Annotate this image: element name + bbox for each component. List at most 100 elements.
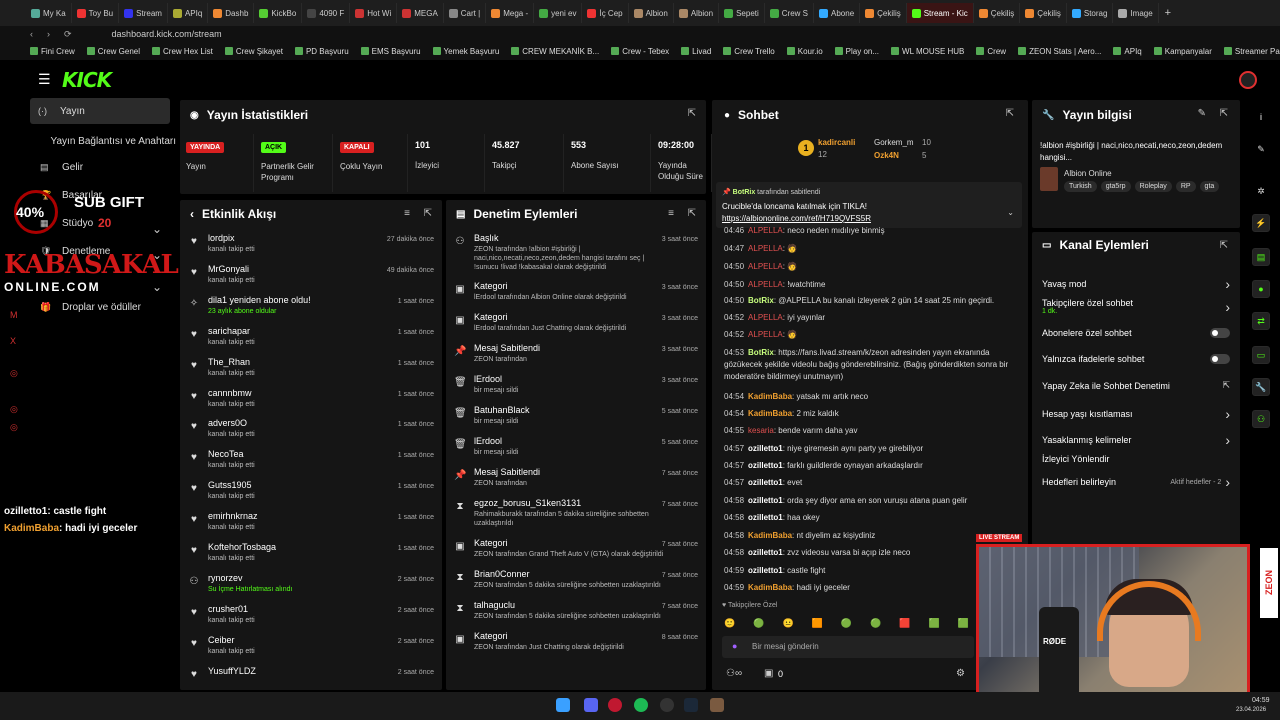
browser-tab[interactable]: MEGA — [397, 3, 444, 23]
chat-username[interactable]: KadimBaba — [748, 409, 792, 418]
back-icon[interactable]: ‹ — [30, 29, 33, 39]
channel-action[interactable]: Yapay Zeka ile Sohbet Denetimi ⇱ — [1042, 380, 1230, 391]
tag-chip[interactable]: RP — [1175, 181, 1196, 192]
toggle-switch[interactable] — [1210, 354, 1230, 364]
filter-icon[interactable]: ≡ — [668, 208, 674, 219]
windows-start-icon[interactable] — [556, 698, 570, 712]
browser-tab[interactable]: Abone — [814, 3, 861, 23]
sidebar-item[interactable]: Yayın Bağlantısı ve Anahtarı — [0, 128, 176, 154]
chat-username[interactable]: ozilletto1 — [748, 444, 783, 453]
spotify-icon[interactable] — [634, 698, 648, 712]
chat-username[interactable]: BotRix — [748, 348, 774, 357]
browser-tab[interactable]: 4090 F — [302, 3, 351, 23]
gift-icon[interactable]: ▣ — [764, 668, 773, 679]
browser-tab[interactable]: Crew S — [765, 3, 815, 23]
chat-username[interactable]: BotRix — [748, 296, 774, 305]
bookmark[interactable]: PD Başvuru — [294, 47, 349, 56]
browser-tab[interactable]: Albion — [629, 3, 674, 23]
filter-icon[interactable]: ≡ — [404, 208, 410, 219]
bookmark[interactable]: CREW MEKANİK B... — [511, 47, 599, 56]
pinned-message[interactable]: 📌 BotRix tarafından sabitlendi Crucible'… — [716, 182, 1022, 228]
browser-tab[interactable]: KickBo — [254, 3, 303, 23]
steam-icon[interactable] — [684, 698, 698, 712]
menu-icon[interactable]: ☰ — [38, 71, 51, 88]
settings-icon[interactable]: ⚙ — [956, 668, 965, 679]
info-icon[interactable]: i — [1252, 108, 1270, 126]
tag-chip[interactable]: gta — [1199, 181, 1220, 192]
tag-chip[interactable]: Roleplay — [1134, 181, 1172, 192]
chat-username[interactable]: ALPELLA — [748, 313, 783, 322]
sidebar-item[interactable]: ▤ Gelir — [0, 154, 176, 180]
reload-icon[interactable]: ⟳ — [64, 29, 72, 40]
forward-icon[interactable]: › — [47, 29, 50, 39]
tag-chip[interactable]: Turkish — [1064, 181, 1097, 192]
obs-icon[interactable] — [660, 698, 674, 712]
bookmark[interactable]: Crew Genel — [86, 47, 140, 56]
popout-icon[interactable]: ⇱ — [1220, 108, 1228, 119]
channel-action[interactable]: Hesap yaşı kısıtlaması › — [1042, 406, 1230, 422]
social-link-icon[interactable]: ◎ — [10, 404, 18, 415]
chevron-right-icon[interactable]: › — [1225, 474, 1230, 490]
social-link-icon[interactable]: ◎ — [10, 368, 18, 379]
users-icon[interactable]: ⚇ — [1252, 410, 1270, 428]
arrows-icon[interactable]: ⇄ — [1252, 312, 1270, 330]
browser-tab[interactable]: Image — [1113, 3, 1159, 23]
popout-icon[interactable]: ⇱ — [1006, 108, 1014, 119]
chat-username[interactable]: ozilletto1 — [748, 566, 783, 575]
bookmark[interactable]: Crew Şikayet — [224, 47, 283, 56]
lightning-icon[interactable]: ⚡ — [1252, 214, 1270, 232]
channel-action[interactable]: İzleyici Yönlendir — [1042, 454, 1230, 464]
chat-username[interactable]: KadimBaba — [748, 392, 792, 401]
game-name[interactable]: Albion Online — [1064, 169, 1112, 178]
bookmark[interactable]: Yemek Başvuru — [432, 47, 499, 56]
browser-tab[interactable]: Toy Bu — [72, 3, 120, 23]
browser-tab[interactable]: Stream — [119, 3, 168, 23]
chevron-right-icon[interactable]: › — [1225, 276, 1230, 292]
channel-action[interactable]: Abonelere özel sohbet — [1042, 328, 1230, 338]
chat-username[interactable]: ozilletto1 — [748, 548, 783, 557]
browser-tab[interactable]: Storag — [1067, 3, 1114, 23]
avatar[interactable] — [1239, 71, 1257, 89]
browser-tab[interactable]: Çekiliş — [1020, 3, 1067, 23]
chat-username[interactable]: ozilletto1 — [748, 461, 783, 470]
popout-icon[interactable]: ⇱ — [424, 208, 432, 219]
chat-input[interactable]: ● Bir mesaj gönderin — [722, 636, 974, 658]
bookmark[interactable]: Crew — [976, 47, 1006, 56]
social-link-icon[interactable]: X — [10, 336, 16, 346]
chat-username[interactable]: ozilletto1 — [748, 478, 783, 487]
browser-tab[interactable]: Mega - — [486, 3, 535, 23]
panel-icon[interactable]: ▭ — [1252, 346, 1270, 364]
channel-action[interactable]: Hedefleri belirleyin Aktif hedefler - 2 › — [1042, 474, 1230, 490]
channel-action[interactable]: Yasaklanmış kelimeler › — [1042, 432, 1230, 448]
bookmark[interactable]: Fini Crew — [30, 47, 75, 56]
address-bar[interactable]: ‹ › ⟳ dashboard.kick.com/stream — [0, 26, 1280, 42]
channel-action[interactable]: Yavaş mod › — [1042, 276, 1230, 292]
chat-username[interactable]: KadimBaba — [748, 531, 792, 540]
document-icon[interactable]: ▤ — [1252, 248, 1270, 266]
popout-icon[interactable]: ⇱ — [688, 208, 696, 219]
browser-tab[interactable]: Çekiliş — [860, 3, 907, 23]
bookmark[interactable]: Livad — [681, 47, 711, 56]
channel-action[interactable]: Takipçilere özel sohbet 1 dk. › — [1042, 298, 1230, 315]
chat-username[interactable]: ozilletto1 — [748, 496, 783, 505]
browser-tab[interactable]: Stream - Kic — [906, 3, 974, 23]
browser-tab[interactable]: Dashb — [208, 3, 255, 23]
chat-username[interactable]: KadimBaba — [748, 583, 792, 592]
social-link-icon[interactable]: ◎ — [10, 422, 18, 433]
bookmark[interactable]: Crew Trello — [723, 47, 775, 56]
wrench-icon[interactable]: 🔧 — [1252, 378, 1270, 396]
chat-username[interactable]: ALPELLA — [748, 262, 783, 271]
edit-icon[interactable]: ✎ — [1198, 108, 1206, 119]
browser-tab[interactable]: yeni ev — [534, 3, 583, 23]
chat-username[interactable]: ALPELLA — [748, 280, 783, 289]
external-link-icon[interactable]: ⇱ — [1222, 380, 1230, 391]
bookmark[interactable]: Play on... — [834, 47, 879, 56]
chevron-down-icon[interactable]: ⌄ — [1007, 208, 1014, 217]
bookmark[interactable]: APIq — [1113, 47, 1142, 56]
chevron-right-icon[interactable]: › — [1225, 299, 1230, 315]
gear-icon[interactable]: ✲ — [1252, 182, 1270, 200]
chat-username[interactable]: kesaria — [748, 426, 774, 435]
toggle-switch[interactable] — [1210, 328, 1230, 338]
bookmark[interactable]: Kour.io — [786, 47, 823, 56]
pinned-link[interactable]: https://albiononline.com/ref/H719QVFS5R — [722, 214, 871, 223]
